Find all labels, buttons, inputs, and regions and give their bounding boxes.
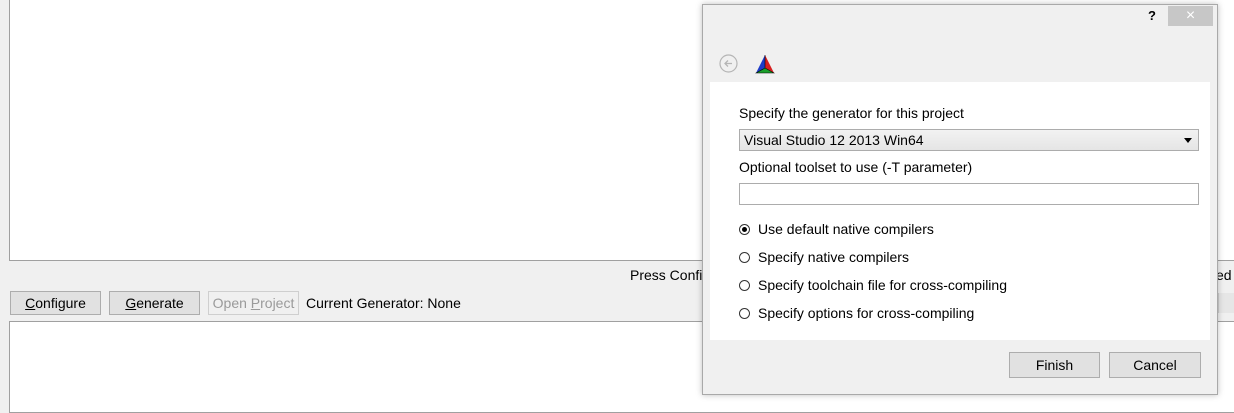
- open-project-label: roject: [260, 295, 295, 311]
- radio-button: [739, 223, 750, 235]
- configure-mnemonic: C: [25, 295, 36, 311]
- open-project-mnemonic: P: [250, 295, 261, 311]
- cancel-button[interactable]: Cancel: [1109, 352, 1201, 378]
- generator-select[interactable]: Visual Studio 12 2013 Win64: [739, 129, 1199, 151]
- radio-button: [739, 279, 750, 291]
- current-generator-text: Current Generator: None: [306, 295, 461, 311]
- close-icon: ×: [1185, 7, 1196, 24]
- status-text: Press Config: [630, 267, 711, 283]
- generate-mnemonic: G: [125, 295, 137, 311]
- open-project-label-pre: Open: [212, 295, 251, 311]
- configure-label: onfigure: [35, 295, 86, 311]
- radio-label: Specify toolchain file for cross-compili…: [758, 277, 1007, 293]
- back-arrow-icon[interactable]: [719, 54, 738, 73]
- close-button[interactable]: ×: [1168, 6, 1213, 26]
- configure-button[interactable]: Configure: [10, 291, 101, 315]
- open-project-button[interactable]: Open Project: [208, 291, 299, 315]
- toolset-label: Optional toolset to use (-T parameter): [739, 159, 973, 175]
- help-button[interactable]: ?: [1148, 8, 1156, 23]
- radio-label: Specify native compilers: [758, 249, 909, 265]
- radio-cross-compile-options[interactable]: Specify options for cross-compiling: [739, 305, 974, 321]
- radio-toolchain-file[interactable]: Specify toolchain file for cross-compili…: [739, 277, 1007, 293]
- cmake-logo-icon: [755, 55, 775, 74]
- toolset-input[interactable]: [739, 183, 1199, 205]
- generator-label: Specify the generator for this project: [739, 105, 964, 121]
- generator-dialog: ? × Specify the generator for this proje…: [702, 4, 1218, 395]
- radio-button: [739, 251, 750, 263]
- dialog-content: Specify the generator for this project V…: [710, 82, 1210, 340]
- status-text-tail: ed: [1216, 267, 1232, 283]
- toolbar-edge: [1218, 293, 1234, 313]
- radio-default-compilers[interactable]: Use default native compilers: [739, 221, 934, 237]
- radio-button: [739, 307, 750, 319]
- finish-button[interactable]: Finish: [1009, 352, 1100, 378]
- radio-native-compilers[interactable]: Specify native compilers: [739, 249, 909, 265]
- generator-select-value: Visual Studio 12 2013 Win64: [744, 132, 924, 148]
- radio-label: Specify options for cross-compiling: [758, 305, 975, 321]
- generate-label: enerate: [136, 295, 184, 311]
- radio-label: Use default native compilers: [758, 221, 934, 237]
- generate-button[interactable]: Generate: [109, 291, 200, 315]
- chevron-down-icon: [1184, 138, 1192, 143]
